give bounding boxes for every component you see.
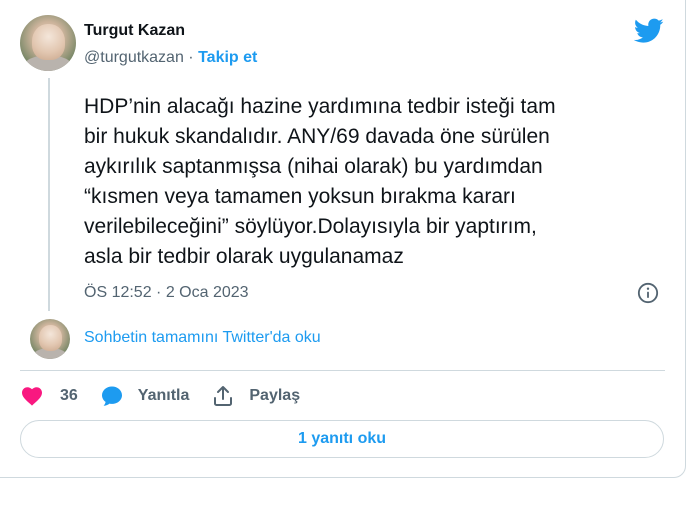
speech-bubble-icon <box>101 386 122 406</box>
reply-button[interactable]: Yanıtla <box>100 384 190 408</box>
reply-label: Yanıtla <box>137 387 190 404</box>
like-button[interactable]: 36 <box>20 384 78 408</box>
tweet-actions: 36 Yanıtla Paylaş <box>20 382 322 410</box>
handle-separator: · <box>183 49 199 66</box>
thread-avatar[interactable] <box>30 319 70 359</box>
share-icon <box>214 386 233 406</box>
read-full-thread-link[interactable]: Sohbetin tamamını Twitter'da oku <box>84 329 321 347</box>
author-name[interactable]: Turgut Kazan <box>84 22 185 40</box>
tweet-text: HDP’nin alacağı hazine yardımına tedbir … <box>84 95 556 268</box>
author-handle-row: @turgutkazan · Takip et <box>84 49 257 67</box>
info-icon[interactable] <box>637 282 659 304</box>
follow-button[interactable]: Takip et <box>198 49 257 66</box>
twitter-bird-icon[interactable] <box>634 18 664 44</box>
avatar-face <box>38 325 62 351</box>
share-button[interactable]: Paylaş <box>211 384 300 408</box>
author-handle[interactable]: @turgutkazan <box>84 49 184 66</box>
divider <box>20 370 665 371</box>
like-count: 36 <box>60 387 78 404</box>
thread-connector-line <box>48 78 50 311</box>
embedded-tweet-card: Turgut Kazan @turgutkazan · Takip et HDP… <box>0 0 686 478</box>
tweet-timestamp[interactable]: ÖS 12:52 · 2 Oca 2023 <box>84 284 249 302</box>
heart-icon <box>22 387 42 406</box>
share-label: Paylaş <box>249 387 301 404</box>
author-avatar[interactable] <box>20 15 76 71</box>
read-replies-button[interactable]: 1 yanıtı oku <box>20 420 664 458</box>
avatar-face <box>32 23 65 60</box>
